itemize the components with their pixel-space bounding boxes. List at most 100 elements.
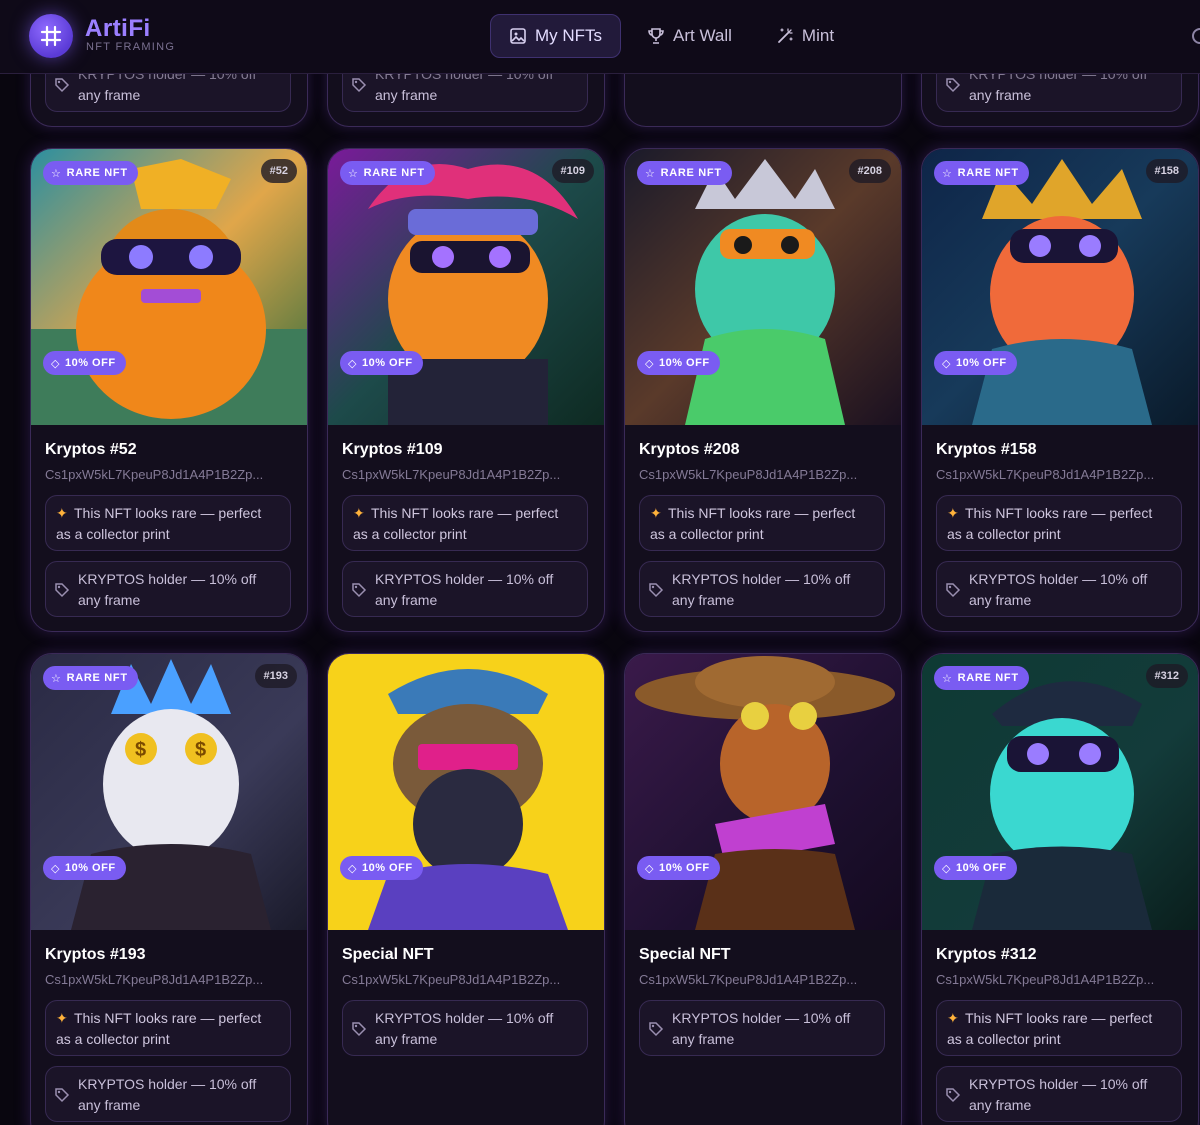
discount-label: 10% OFF [658,357,710,369]
rare-badge: ☆ RARE NFT [43,666,138,690]
nft-address: Cs1pxW5kL7KpeuP8Jd1A4P1B2Zp... [342,972,561,987]
holder-line1: KRYPTOS holder — 10% off [672,571,851,587]
holder-line1: KRYPTOS holder — 10% off [78,571,257,587]
rare-note-line2: as a collector print [56,526,170,542]
tag-icon [352,78,367,93]
rare-note-line2: as a collector print [650,526,764,542]
discount-badge: ◇ 10% OFF [934,351,1017,375]
rare-note-pill: ✦ This NFT looks rare — perfect as a coll… [639,495,885,551]
token-number-badge: #193 [254,664,297,688]
holder-discount-pill: KRYPTOS holder — 10% off any frame [45,1066,291,1122]
rare-note-line1: This NFT looks rare — perfect [668,505,856,521]
holder-line2: any frame [969,1097,1032,1113]
nft-title: Kryptos #158 [936,441,1037,458]
nav-my-nfts[interactable]: My NFTs [490,14,622,58]
nft-image[interactable] [922,654,1198,930]
holder-line1: KRYPTOS holder — 10% off [375,1010,554,1026]
token-number-badge: #208 [848,159,891,183]
nft-address: Cs1pxW5kL7KpeuP8Jd1A4P1B2Zp... [45,467,264,482]
rare-note-line1: This NFT looks rare — perfect [965,505,1153,521]
nft-title: Kryptos #52 [45,441,137,458]
nft-image[interactable] [328,149,604,425]
nft-card[interactable]: ☆ RARE NFT #52 ◇ 10% OFF Kryptos #52 Cs1px… [30,148,308,632]
tag-icon [55,78,70,93]
holder-line2: any frame [78,592,141,608]
nft-title: Kryptos #109 [342,441,443,458]
nft-image[interactable] [328,654,604,930]
nft-image[interactable] [922,149,1198,425]
trophy-icon [648,28,664,44]
nav-mint-label: Mint [801,26,835,45]
rare-note-pill: ✦ This NFT looks rare — perfect as a coll… [45,1000,291,1056]
token-number-badge: #109 [551,159,594,183]
nft-title: Special NFT [342,946,434,963]
holder-line2: any frame [375,1031,438,1047]
tag-icon [352,583,367,598]
nft-card[interactable]: ☆ RARE NFT #208 ◇ 10% OFF Kryptos #208 Cs1… [624,148,902,632]
discount-label: 10% OFF [64,862,116,874]
discount-label: 10% OFF [361,357,413,369]
star-icon: ☆ [645,167,656,180]
tag-icon [946,1088,961,1103]
top-nav-bar: ArtiFi NFT FRAMING My NFTs Art Wall Mint [0,0,1200,74]
account-icon[interactable] [1192,28,1200,44]
discount-label: 10% OFF [64,357,116,369]
rare-note-line2: as a collector print [353,526,467,542]
nft-address: Cs1pxW5kL7KpeuP8Jd1A4P1B2Zp... [639,467,858,482]
svg-text:$: $ [195,739,206,761]
holder-line1: KRYPTOS holder — 10% off [969,1076,1148,1092]
rare-label: RARE NFT [957,672,1019,684]
tag-icon [352,1022,367,1037]
star-icon: ☆ [348,167,359,180]
sparkle-icon: ✦ [947,1010,959,1026]
discount-label: 10% OFF [955,357,1007,369]
nft-address: Cs1pxW5kL7KpeuP8Jd1A4P1B2Zp... [936,972,1155,987]
rare-note-line2: as a collector print [56,1031,170,1047]
nft-card[interactable]: $ $ ☆ RARE NFT #193 ◇ 10% OFF Kryptos #193… [30,653,308,1125]
discount-badge: ◇ 10% OFF [934,856,1017,880]
holder-line2: any frame [375,592,438,608]
nft-card[interactable]: ☆ RARE NFT #158 ◇ 10% OFF Kryptos #158 Cs1… [921,148,1199,632]
rare-badge: ☆ RARE NFT [637,161,732,185]
nft-image[interactable] [31,149,307,425]
rare-note-line2: as a collector print [947,526,1061,542]
rare-label: RARE NFT [66,672,128,684]
nft-image[interactable] [625,149,901,425]
sparkle-icon: ✦ [56,1010,68,1026]
holder-line2: any frame [969,592,1032,608]
nft-card[interactable]: ☆ RARE NFT #312 ◇ 10% OFF Kryptos #312 Cs1… [921,653,1199,1125]
nav-mint[interactable]: Mint [758,14,852,58]
discount-badge: ◇ 10% OFF [637,351,720,375]
discount-label: 10% OFF [361,862,413,874]
holder-discount-pill: KRYPTOS holder — 10% off any frame [342,561,588,617]
nft-title: Kryptos #312 [936,946,1037,963]
holder-discount-pill: KRYPTOS holder — 10% off any frame [936,1066,1182,1122]
discount-label: 10% OFF [658,862,710,874]
nft-card[interactable]: ☆ RARE NFT #109 ◇ 10% OFF Kryptos #109 Cs1… [327,148,605,632]
nft-image[interactable] [625,654,901,930]
nft-image[interactable]: $ $ [31,654,307,930]
brand-name[interactable]: ArtiFi [85,15,151,43]
rare-label: RARE NFT [363,167,425,179]
sparkle-icon: ✦ [650,505,662,521]
holder-discount-pill: KRYPTOS holder — 10% off any frame [342,1000,588,1056]
star-icon: ☆ [51,672,62,685]
sparkle-icon: ✦ [353,505,365,521]
holder-discount-pill: KRYPTOS holder — 10% off any frame [639,1000,885,1056]
rare-note-line1: This NFT looks rare — perfect [371,505,559,521]
tag-icon [55,1088,70,1103]
nav-art-wall[interactable]: Art Wall [629,14,750,58]
holder-line2: any frame [672,1031,735,1047]
rare-note-line2: as a collector print [947,1031,1061,1047]
nft-title: Special NFT [639,946,731,963]
nft-card[interactable]: ◇ 10% OFF Special NFT Cs1pxW5kL7KpeuP8Jd1… [327,653,605,1125]
tag-icon: ◇ [942,357,951,370]
tag-icon: ◇ [51,357,60,370]
holder-discount-pill: KRYPTOS holder — 10% off any frame [639,561,885,617]
rare-note-pill: ✦ This NFT looks rare — perfect as a coll… [936,1000,1182,1056]
logo-icon[interactable] [29,14,73,58]
tag-icon: ◇ [942,862,951,875]
nft-card[interactable]: ◇ 10% OFF Special NFT Cs1pxW5kL7KpeuP8Jd1… [624,653,902,1125]
nft-address: Cs1pxW5kL7KpeuP8Jd1A4P1B2Zp... [342,467,561,482]
nav-art-wall-label: Art Wall [673,26,732,45]
